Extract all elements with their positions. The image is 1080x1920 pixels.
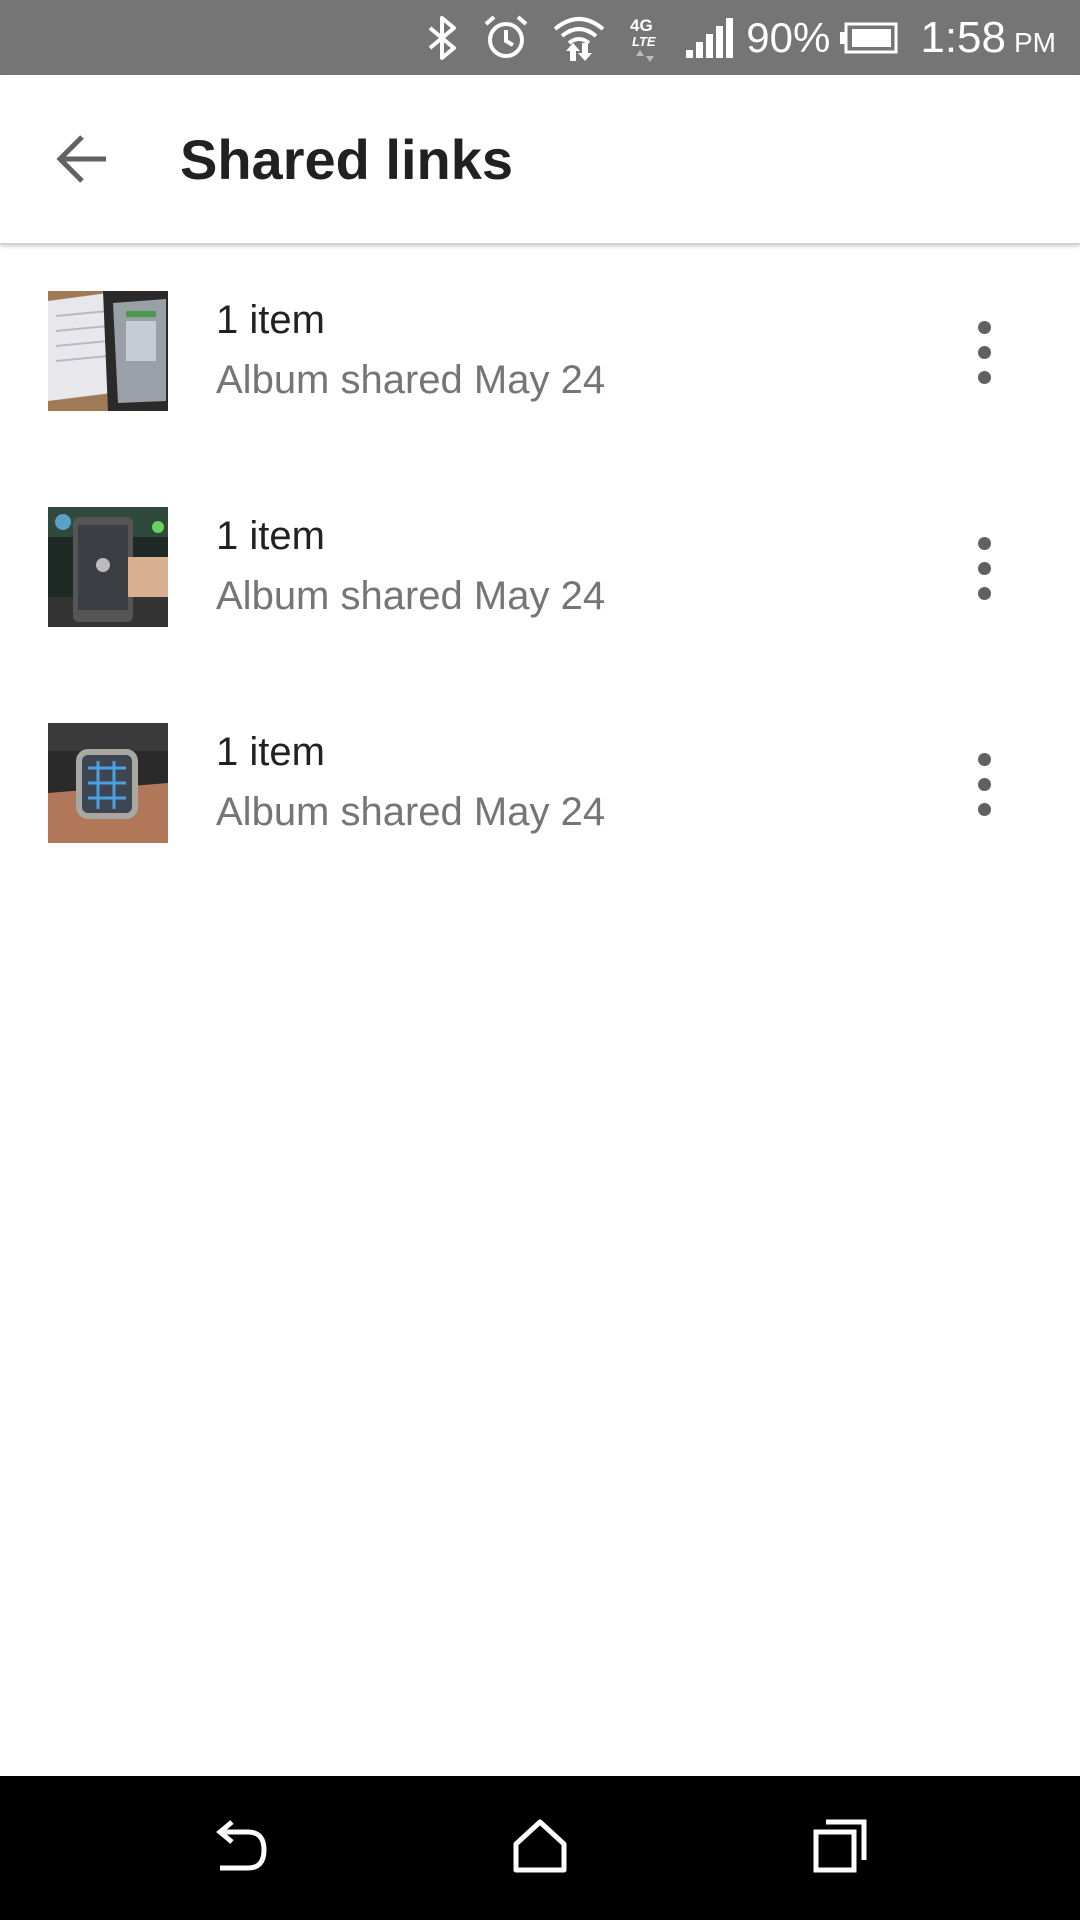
shared-date: Album shared May 24: [216, 790, 606, 834]
list-item[interactable]: 1 item Album shared May 24: [0, 244, 1080, 460]
home-icon: [512, 1818, 568, 1879]
more-options-button[interactable]: [948, 520, 1020, 616]
list-item[interactable]: 1 item Album shared May 24: [0, 460, 1080, 676]
nav-recents-button[interactable]: [780, 1806, 900, 1890]
album-thumbnail: [48, 507, 168, 627]
signal-icon: [686, 17, 734, 58]
app-bar: Shared links: [0, 75, 1080, 244]
item-count: 1 item: [216, 514, 325, 558]
album-thumbnail: [48, 723, 168, 843]
more-vert-icon: [977, 752, 991, 766]
status-bar: 4G LTE 90% 1:58 PM: [0, 0, 1080, 75]
back-icon: [210, 1818, 270, 1879]
nav-home-button[interactable]: [480, 1806, 600, 1890]
alarm-icon: [482, 14, 530, 62]
more-options-button[interactable]: [948, 304, 1020, 400]
list-item[interactable]: 1 item Album shared May 24: [0, 676, 1080, 892]
shared-date: Album shared May 24: [216, 574, 606, 618]
battery-percent: 90%: [746, 13, 831, 61]
svg-text:4G: 4G: [630, 16, 653, 35]
shared-date: Album shared May 24: [216, 358, 606, 402]
more-vert-icon: [977, 536, 991, 550]
page-title: Shared links: [180, 128, 514, 191]
svg-text:LTE: LTE: [632, 34, 656, 49]
arrow-back-icon: [54, 131, 110, 192]
nav-back-button[interactable]: [180, 1806, 300, 1890]
4g-lte-icon: 4G LTE: [628, 13, 664, 63]
album-thumbnail: [48, 291, 168, 411]
more-options-button[interactable]: [948, 736, 1020, 832]
shared-links-list: 1 item Album shared May 24 1 item Album …: [0, 244, 1080, 892]
more-vert-icon: [977, 320, 991, 334]
back-button[interactable]: [40, 119, 124, 203]
item-count: 1 item: [216, 298, 325, 342]
bluetooth-icon: [426, 14, 460, 62]
clock-time: 1:58: [920, 12, 1006, 62]
battery-icon: [840, 22, 898, 54]
wifi-icon: [552, 13, 606, 63]
navigation-bar: [0, 1776, 1080, 1920]
clock-ampm: PM: [1014, 27, 1056, 58]
recents-icon: [812, 1818, 868, 1879]
item-count: 1 item: [216, 730, 325, 774]
